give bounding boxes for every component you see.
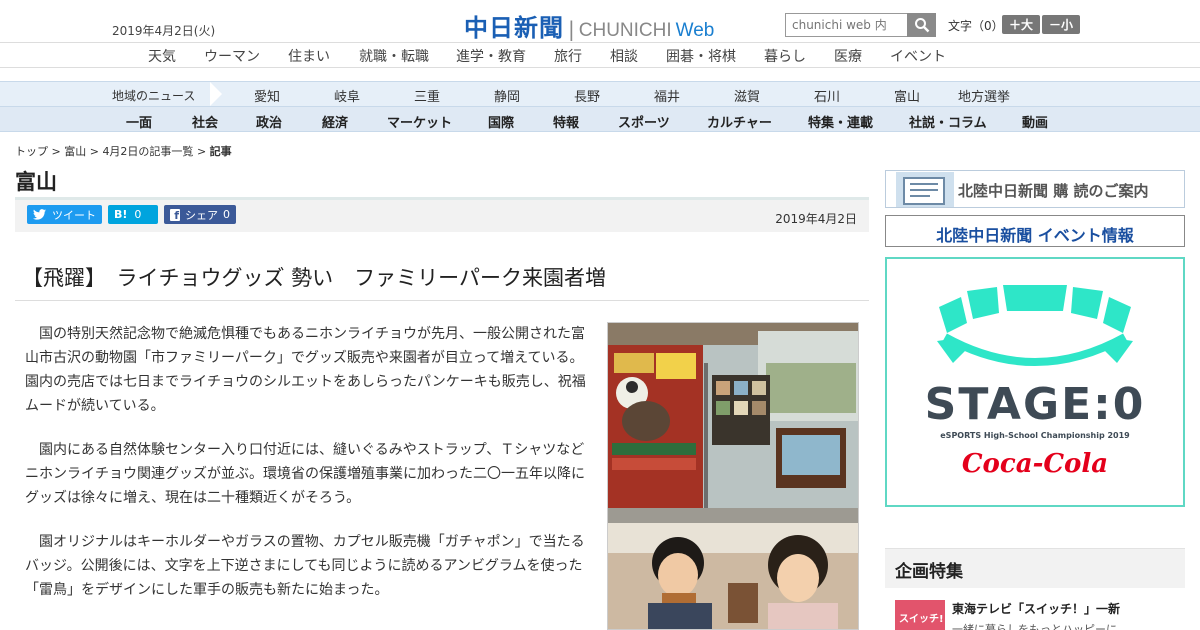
article-photo-children[interactable] [607, 523, 859, 630]
region-nav-item[interactable]: 愛知 [254, 86, 280, 105]
tweet-label: ツイート [52, 208, 96, 222]
subscription-banner[interactable]: 北陸中日新聞 購 読のご案内 [885, 170, 1185, 208]
section-nav-item[interactable]: 特集・連載 [808, 112, 873, 131]
breadcrumb-top[interactable]: トップ [15, 145, 48, 158]
search-input[interactable] [785, 13, 908, 37]
special-feature-header: 企画特集 [885, 548, 1185, 588]
topic-nav-item[interactable]: 相談 [610, 46, 638, 66]
search-button[interactable] [907, 13, 936, 37]
region-nav-item[interactable]: 石川 [814, 86, 840, 105]
topic-nav-item[interactable]: イベント [890, 46, 946, 66]
section-nav-item[interactable]: 経済 [322, 112, 348, 131]
topic-nav-item[interactable]: 天気 [148, 46, 176, 66]
event-info-text: 北陸中日新聞 イベント情報 [936, 226, 1134, 245]
topic-nav: 天気 ウーマン 住まい 就職・転職 進学・教育 旅行 相談 囲碁・将棋 暮らし … [0, 42, 1200, 68]
section-nav-item[interactable]: 特報 [553, 112, 579, 131]
section-nav-item[interactable]: マーケット [387, 112, 452, 131]
section-nav-item[interactable]: 政治 [256, 112, 282, 131]
stage0-advertisement[interactable]: STAGE:0 eSPORTS High-School Championship… [885, 257, 1185, 507]
breadcrumb-sep: > [89, 145, 99, 158]
region-nav-item[interactable]: 長野 [574, 86, 600, 105]
children-eating-image [608, 523, 858, 629]
breadcrumb-current: 記事 [209, 145, 232, 158]
section-nav-item[interactable]: 社会 [192, 112, 218, 131]
facebook-share-button[interactable]: f シェア 0 [164, 205, 236, 224]
font-size-label: 文字（0） [948, 19, 1004, 33]
breadcrumb-region[interactable]: 富山 [64, 145, 86, 158]
hatena-bookmark-button[interactable]: B! 0 [108, 205, 158, 224]
topic-nav-item[interactable]: 就職・転職 [359, 46, 429, 66]
stage0-subtitle: eSPORTS High-School Championship 2019 [940, 431, 1130, 440]
article-paragraph: 国の特別天然記念物で絶滅危惧種でもあるニホンライチョウが先月、一般公開された富山… [25, 326, 586, 414]
newspaper-icon [896, 172, 954, 207]
topic-nav-item[interactable]: 医療 [834, 46, 862, 66]
section-nav-item[interactable]: 国際 [488, 112, 514, 131]
tweet-button[interactable]: ツイート [27, 205, 102, 224]
facebook-icon: f [170, 208, 180, 222]
header-date: 2019年4月2日(火) [112, 24, 216, 38]
breadcrumb-list[interactable]: 4月2日の記事一覧 [102, 145, 193, 158]
logo-japanese: 中日新聞 [464, 13, 564, 42]
region-nav-item[interactable]: 三重 [414, 86, 440, 105]
article-photo-goods[interactable] [607, 322, 859, 524]
breadcrumb-sep: > [51, 145, 61, 158]
region-nav-item[interactable]: 静岡 [494, 86, 520, 105]
article-headline: 【飛躍】 ライチョウグッズ 勢い ファミリーパーク来園者増 [22, 266, 606, 290]
headline-divider [15, 300, 869, 301]
stage0-title: STAGE:0 [924, 379, 1146, 430]
special-feature-thumbnail[interactable]: スイッチ! [895, 600, 945, 630]
logo-separator: | [568, 17, 575, 41]
subscription-banner-text: 北陸中日新聞 購 読のご案内 [958, 182, 1149, 200]
region-nav-item[interactable]: 岐阜 [334, 86, 360, 105]
hatena-icon: B! [114, 208, 128, 221]
twitter-bird-icon [33, 209, 46, 220]
thumbnail-label: スイッチ! [899, 614, 944, 625]
hatena-count: 0 [134, 208, 142, 221]
sponsor-logo: Coca-Cola [961, 449, 1109, 479]
topic-nav-item[interactable]: 旅行 [554, 46, 582, 66]
region-nav-label: 地域のニュース [112, 89, 196, 103]
region-nav-item[interactable]: 富山 [894, 86, 920, 105]
section-nav-item[interactable]: カルチャー [707, 112, 772, 131]
region-nav-item[interactable]: 福井 [654, 86, 680, 105]
site-logo[interactable]: 中日新聞 | CHUNICHI Web [464, 8, 714, 43]
region-nav-item[interactable]: 地方選挙 [958, 86, 1010, 105]
special-feature-description: 一緒に暮らしをもっとハッピーに [952, 623, 1117, 630]
section-nav-item[interactable]: 動画 [1022, 112, 1048, 131]
special-feature-title: 企画特集 [895, 562, 963, 582]
article-paragraph: 園内にある自然体験センター入り口付近には、縫いぐるみやストラップ、Ｔシャツなどニ… [25, 442, 585, 506]
topic-nav-item[interactable]: 囲碁・将棋 [666, 46, 736, 66]
topic-nav-item[interactable]: ウーマン [204, 46, 260, 66]
facebook-share-count: 0 [223, 208, 230, 221]
region-nav-item[interactable]: 滋賀 [734, 86, 760, 105]
article-paragraph: 園オリジナルはキーホルダーやガラスの置物、カプセル販売機「ガチャポン」で当たるバ… [25, 534, 585, 598]
goods-shop-image [608, 323, 858, 523]
special-feature-link[interactable]: 東海テレビ「スイッチ！」一新 [952, 600, 1120, 617]
breadcrumb: トップ > 富山 > 4月2日の記事一覧 > 記事 [15, 143, 232, 159]
region-nav: 地域のニュース 愛知 岐阜 三重 静岡 長野 福井 滋賀 石川 富山 地方選挙 [0, 81, 1200, 106]
share-bar: ツイート B! 0 f シェア 0 2019年4月2日 [15, 200, 869, 232]
article-date: 2019年4月2日 [775, 212, 857, 226]
logo-web: Web [675, 20, 715, 41]
section-nav: 一面 社会 政治 経済 マーケット 国際 特報 スポーツ カルチャー 特集・連載… [0, 106, 1200, 132]
search-icon [914, 18, 929, 33]
section-nav-item[interactable]: 社説・コラム [909, 112, 987, 131]
topic-nav-item[interactable]: 進学・教育 [456, 46, 526, 66]
region-nav-arrow [210, 82, 222, 106]
section-nav-item[interactable]: 一面 [126, 112, 152, 131]
topic-nav-item[interactable]: 住まい [288, 46, 330, 66]
font-larger-button[interactable]: ＋大 [1002, 15, 1040, 34]
stadium-logo-icon [937, 285, 1133, 366]
facebook-share-label: シェア [185, 208, 218, 222]
font-smaller-button[interactable]: －小 [1042, 15, 1080, 34]
section-nav-item[interactable]: スポーツ [618, 112, 670, 131]
topic-nav-item[interactable]: 暮らし [764, 46, 806, 66]
event-info-banner[interactable]: 北陸中日新聞 イベント情報 [885, 215, 1185, 247]
breadcrumb-sep: > [196, 145, 207, 158]
logo-english: CHUNICHI [578, 20, 672, 41]
page-title: 富山 [15, 170, 57, 194]
